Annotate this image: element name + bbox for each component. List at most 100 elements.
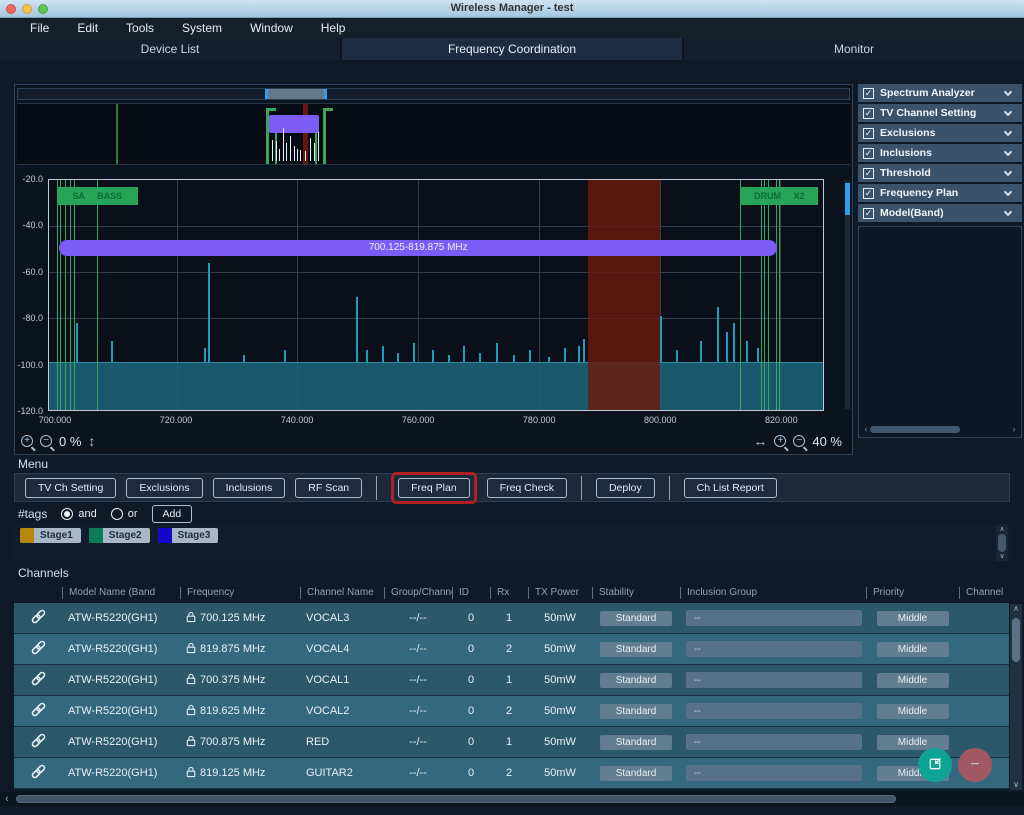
link-icon[interactable] bbox=[29, 731, 48, 753]
inclusion-group-field[interactable]: -- bbox=[686, 734, 862, 750]
link-icon[interactable] bbox=[29, 669, 48, 691]
chevron-down-icon[interactable] bbox=[1004, 107, 1012, 115]
sidebar-section-exclusions[interactable]: ✓Exclusions bbox=[858, 124, 1022, 142]
scroll-down-icon[interactable]: ∨ bbox=[999, 553, 1004, 560]
scroll-left-icon[interactable]: ‹ bbox=[862, 424, 870, 434]
checkbox-icon[interactable]: ✓ bbox=[863, 148, 874, 159]
sidebar-section-frequency-plan[interactable]: ✓Frequency Plan bbox=[858, 184, 1022, 202]
freq-plan-button[interactable]: Freq Plan bbox=[398, 478, 470, 498]
scroll-thumb[interactable] bbox=[1012, 618, 1020, 662]
sidebar-section-tv-channel-setting[interactable]: ✓TV Channel Setting bbox=[858, 104, 1022, 122]
stability-badge[interactable]: Standard bbox=[600, 642, 672, 657]
checkbox-icon[interactable]: ✓ bbox=[863, 168, 874, 179]
radio-icon[interactable] bbox=[61, 508, 73, 520]
inclusion-group-field[interactable]: -- bbox=[686, 641, 862, 657]
scroll-left-icon[interactable]: ‹ bbox=[0, 793, 14, 805]
table-row[interactable]: ATW-R5220(GH1)700.875 MHzRED--/--0150mWS… bbox=[14, 727, 1009, 758]
link-icon[interactable] bbox=[29, 607, 48, 629]
add-tag-button[interactable]: Add bbox=[152, 505, 193, 523]
table-row[interactable]: ATW-R5220(GH1)700.375 MHzVOCAL1--/--0150… bbox=[14, 665, 1009, 696]
tag-chip-stage2[interactable]: Stage2 bbox=[89, 528, 150, 543]
stability-badge[interactable]: Standard bbox=[600, 673, 672, 688]
stability-badge[interactable]: Standard bbox=[600, 735, 672, 750]
column-header-channel-name[interactable]: Channel Name bbox=[300, 587, 384, 599]
tab-device-list[interactable]: Device List bbox=[0, 38, 342, 60]
column-header-stability[interactable]: Stability bbox=[592, 587, 680, 599]
frequency-range-slider[interactable] bbox=[17, 88, 850, 100]
tv-ch-setting-button[interactable]: TV Ch Setting bbox=[25, 478, 116, 498]
lock-icon[interactable] bbox=[186, 673, 196, 688]
ch-list-report-button[interactable]: Ch List Report bbox=[684, 478, 777, 498]
lock-icon[interactable] bbox=[186, 766, 196, 781]
table-row[interactable]: ATW-R5220(GH1)819.625 MHzVOCAL2--/--0250… bbox=[14, 696, 1009, 727]
menubar-item-system[interactable]: System bbox=[168, 21, 236, 35]
scroll-thumb[interactable] bbox=[16, 795, 896, 803]
exclusions-button[interactable]: Exclusions bbox=[126, 478, 202, 498]
tags-logic-or[interactable]: or bbox=[111, 508, 138, 520]
radio-icon[interactable] bbox=[111, 508, 123, 520]
menubar-item-file[interactable]: File bbox=[16, 21, 63, 35]
checkbox-icon[interactable]: ✓ bbox=[863, 188, 874, 199]
tab-frequency-coordination[interactable]: Frequency Coordination bbox=[342, 38, 684, 60]
stability-badge[interactable]: Standard bbox=[600, 766, 672, 781]
stability-badge[interactable]: Standard bbox=[600, 611, 672, 626]
chevron-down-icon[interactable] bbox=[1004, 127, 1012, 135]
menubar-item-tools[interactable]: Tools bbox=[112, 21, 168, 35]
checkbox-icon[interactable]: ✓ bbox=[863, 208, 874, 219]
scroll-right-icon[interactable]: › bbox=[1010, 424, 1018, 434]
tags-logic-and[interactable]: and bbox=[61, 508, 96, 520]
inclusions-button[interactable]: Inclusions bbox=[213, 478, 286, 498]
slider-selected-range[interactable] bbox=[266, 89, 325, 99]
chevron-down-icon[interactable] bbox=[1004, 207, 1012, 215]
menubar-item-help[interactable]: Help bbox=[307, 21, 360, 35]
plot-area[interactable]: SA BASSDRUM X2700.125-819.875 MHz bbox=[48, 179, 824, 411]
remove-channel-button[interactable]: − bbox=[958, 748, 992, 782]
link-icon[interactable] bbox=[29, 700, 48, 722]
sidebar-section-spectrum-analyzer[interactable]: ✓Spectrum Analyzer bbox=[858, 84, 1022, 102]
column-header-frequency[interactable]: Frequency bbox=[180, 587, 300, 599]
link-icon[interactable] bbox=[29, 762, 48, 784]
sidebar-section-model-band[interactable]: ✓Model(Band) bbox=[858, 204, 1022, 222]
lock-icon[interactable] bbox=[186, 735, 196, 750]
column-header-inclusion-group[interactable]: Inclusion Group bbox=[680, 587, 866, 599]
freq-check-button[interactable]: Freq Check bbox=[487, 478, 567, 498]
column-header-rx[interactable]: Rx bbox=[490, 587, 528, 599]
chevron-down-icon[interactable] bbox=[1004, 87, 1012, 95]
column-header-tx-power[interactable]: TX Power bbox=[528, 587, 592, 599]
table-row[interactable]: ATW-R5220(GH1)819.125 MHzGUITAR2--/--025… bbox=[14, 758, 1009, 789]
rf-scan-button[interactable]: RF Scan bbox=[295, 478, 362, 498]
tag-chip-stage3[interactable]: Stage3 bbox=[158, 528, 219, 543]
inclusion-group-field[interactable]: -- bbox=[686, 672, 862, 688]
column-header-group-channel[interactable]: Group/Channel bbox=[384, 587, 452, 599]
inclusion-group-field[interactable]: -- bbox=[686, 765, 862, 781]
frequency-plan-band[interactable]: 700.125-819.875 MHz bbox=[59, 240, 777, 256]
table-row[interactable]: ATW-R5220(GH1)819.875 MHzVOCAL4--/--0250… bbox=[14, 634, 1009, 665]
tags-scrollbar[interactable]: ∧ ∨ bbox=[996, 525, 1008, 561]
slider-handle[interactable] bbox=[324, 89, 327, 99]
scroll-thumb[interactable] bbox=[870, 426, 960, 433]
bottom-horizontal-scrollbar[interactable]: ‹ bbox=[0, 792, 1024, 806]
priority-badge[interactable]: Middle bbox=[877, 611, 949, 626]
scroll-thumb[interactable] bbox=[998, 534, 1006, 552]
chevron-down-icon[interactable] bbox=[1004, 167, 1012, 175]
link-icon[interactable] bbox=[29, 638, 48, 660]
menubar-item-window[interactable]: Window bbox=[236, 21, 307, 35]
inclusion-group-field[interactable]: -- bbox=[686, 610, 862, 626]
sidebar-section-threshold[interactable]: ✓Threshold bbox=[858, 164, 1022, 182]
column-header-priority[interactable]: Priority bbox=[866, 587, 959, 599]
column-header-model-name-band[interactable]: Model Name (Band bbox=[62, 587, 180, 599]
lock-icon[interactable] bbox=[186, 704, 196, 719]
edit-channel-button[interactable] bbox=[918, 748, 952, 782]
scroll-up-icon[interactable]: ∧ bbox=[999, 526, 1004, 533]
deploy-button[interactable]: Deploy bbox=[596, 478, 655, 498]
checkbox-icon[interactable]: ✓ bbox=[863, 88, 874, 99]
priority-badge[interactable]: Middle bbox=[877, 673, 949, 688]
tag-chip-stage1[interactable]: Stage1 bbox=[20, 528, 81, 543]
vertical-resize-icon[interactable]: ↕ bbox=[88, 434, 95, 448]
chevron-down-icon[interactable] bbox=[1004, 147, 1012, 155]
column-header-channel[interactable]: Channel bbox=[959, 587, 1009, 599]
scroll-up-icon[interactable]: ∧ bbox=[1013, 604, 1019, 614]
slider-handle[interactable] bbox=[265, 89, 268, 99]
checkbox-icon[interactable]: ✓ bbox=[863, 108, 874, 119]
horizontal-resize-icon[interactable]: ↔ bbox=[753, 434, 767, 448]
